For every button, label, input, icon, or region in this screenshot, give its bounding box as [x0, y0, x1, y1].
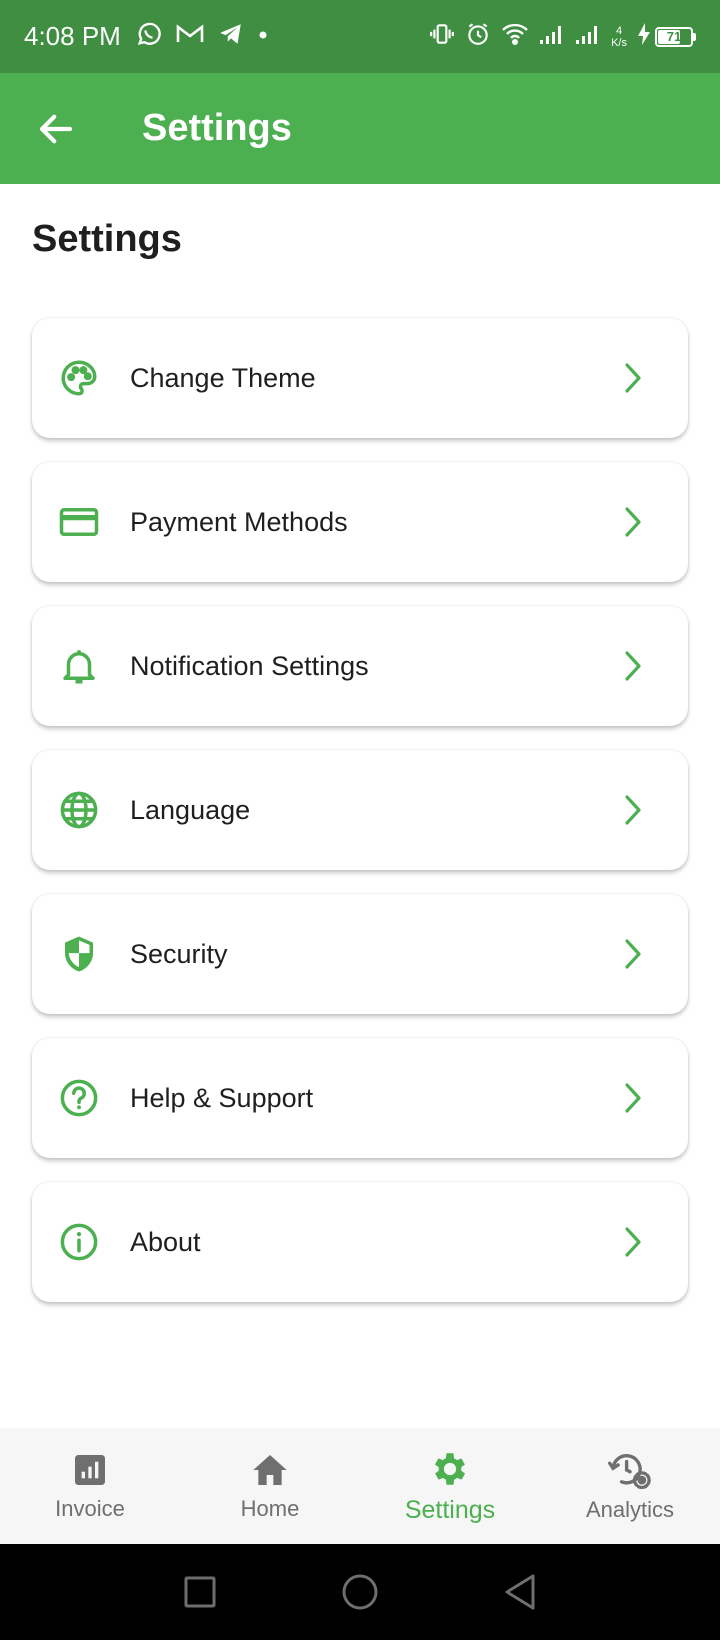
gear-icon [434, 1452, 466, 1485]
setting-label: Change Theme [130, 362, 316, 393]
status-time: 4:08 PM [24, 21, 121, 51]
globe-icon [56, 787, 102, 833]
bottom-navigation: Invoice Home Settings Analytics [0, 1428, 720, 1544]
nav-label: Invoice [55, 1496, 125, 1521]
setting-payment-methods[interactable]: Payment Methods [32, 462, 688, 582]
vibrate-icon [429, 21, 455, 52]
chevron-right-icon [618, 1080, 648, 1116]
setting-change-theme[interactable]: Change Theme [32, 318, 688, 438]
network-speed-value: 4 [615, 24, 623, 37]
page-title: Settings [32, 218, 182, 260]
back-button[interactable] [26, 99, 86, 159]
bell-icon [56, 643, 102, 689]
nav-label: Analytics [585, 1497, 675, 1522]
chevron-right-icon [618, 648, 648, 684]
circle-icon [342, 1574, 378, 1610]
setting-label: Security [130, 938, 228, 969]
whatsapp-icon [135, 20, 163, 53]
nav-item-invoice[interactable]: Invoice [0, 1428, 180, 1544]
chevron-right-icon [618, 936, 648, 972]
triangle-back-icon [505, 1574, 535, 1610]
nav-label: Settings [404, 1495, 496, 1524]
setting-notification-settings[interactable]: Notification Settings [32, 606, 688, 726]
status-bar: 4:08 PM 4 K/s 71 [0, 0, 720, 73]
chevron-right-icon [618, 1224, 648, 1260]
setting-about[interactable]: About [32, 1182, 688, 1302]
history-settings-icon [608, 1454, 651, 1490]
nav-item-home[interactable]: Home [180, 1428, 360, 1544]
setting-label: Help & Support [130, 1082, 314, 1113]
chevron-right-icon [618, 360, 648, 396]
square-icon [184, 1576, 216, 1608]
network-speed: 4 K/s [611, 25, 627, 49]
nav-label: Home [240, 1496, 300, 1521]
back-system-button[interactable] [490, 1562, 550, 1622]
home-icon [253, 1455, 287, 1485]
settings-list: Change Theme Payment Methods Notificatio… [32, 318, 688, 1326]
chevron-right-icon [618, 504, 648, 540]
recents-button[interactable] [170, 1562, 230, 1622]
help-circle-icon [56, 1075, 102, 1121]
nav-item-analytics[interactable]: Analytics [540, 1428, 720, 1544]
credit-card-icon [56, 499, 102, 545]
network-speed-unit: K/s [611, 36, 627, 49]
nav-item-settings[interactable]: Settings [360, 1428, 540, 1544]
setting-language[interactable]: Language [32, 750, 688, 870]
app-bar-title: Settings [142, 107, 292, 149]
palette-icon [56, 355, 102, 401]
signal-strength-2-icon [575, 22, 601, 51]
chevron-right-icon [618, 792, 648, 828]
battery-tip [693, 32, 696, 41]
invoice-chart-icon [75, 1455, 105, 1485]
more-notifications-dot-icon [257, 28, 269, 46]
setting-label: Language [130, 794, 251, 825]
charging-bolt-icon [637, 23, 651, 50]
alarm-icon [465, 21, 491, 52]
home-system-button[interactable] [330, 1562, 390, 1622]
setting-security[interactable]: Security [32, 894, 688, 1014]
notification-icons [135, 20, 269, 53]
battery: 71 [637, 23, 696, 50]
telegram-icon [217, 21, 245, 52]
battery-icon: 71 [655, 26, 693, 47]
wifi-icon [501, 22, 529, 51]
battery-level: 71 [666, 29, 682, 44]
system-navigation-bar [0, 1544, 720, 1640]
info-icon [56, 1219, 102, 1265]
setting-help-support[interactable]: Help & Support [32, 1038, 688, 1158]
app-bar: Settings [0, 73, 720, 184]
system-status-icons: 4 K/s 71 [429, 21, 696, 52]
setting-label: Notification Settings [130, 650, 369, 681]
setting-label: About [130, 1226, 201, 1257]
gmail-icon [175, 22, 205, 51]
signal-strength-1-icon [539, 22, 565, 51]
arrow-left-icon [39, 114, 73, 143]
setting-label: Payment Methods [130, 506, 348, 537]
shield-icon [56, 931, 102, 977]
